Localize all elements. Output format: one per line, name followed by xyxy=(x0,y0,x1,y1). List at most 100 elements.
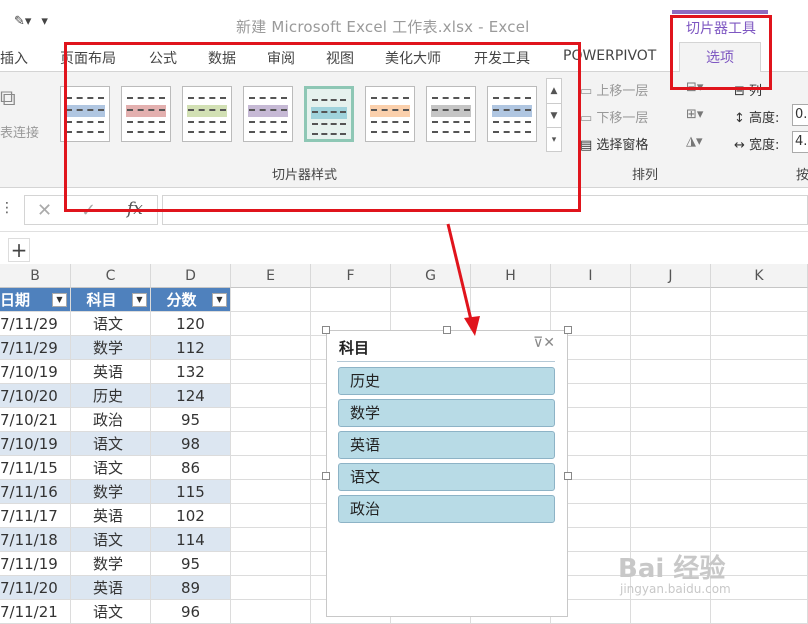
table-cell[interactable]: 语文 xyxy=(71,432,151,456)
table-cell[interactable]: 96 xyxy=(151,600,231,624)
bring-forward-button[interactable]: ▭ 上移一层 xyxy=(580,80,648,99)
empty-cell[interactable] xyxy=(231,600,311,624)
empty-cell[interactable] xyxy=(231,384,311,408)
customize-qat-icon[interactable]: ▾ xyxy=(41,14,48,29)
report-connections-label[interactable]: 表连接 xyxy=(0,122,39,141)
table-cell[interactable]: 132 xyxy=(151,360,231,384)
empty-cell[interactable] xyxy=(711,528,808,552)
table-cell[interactable]: 语文 xyxy=(71,312,151,336)
filter-dropdown-icon[interactable]: ▼ xyxy=(212,293,227,307)
empty-cell[interactable] xyxy=(311,288,391,312)
slicer-panel[interactable]: 科目 ⊽✕ 历史 数学 英语 语文 政治 xyxy=(326,330,568,617)
empty-cell[interactable] xyxy=(711,312,808,336)
empty-cell[interactable] xyxy=(631,504,711,528)
table-cell[interactable]: 语文 xyxy=(71,600,151,624)
table-cell[interactable]: 英语 xyxy=(71,360,151,384)
column-header[interactable]: E xyxy=(231,264,311,288)
table-cell[interactable]: 7/10/21 xyxy=(0,408,71,432)
table-header-cell[interactable]: 日期 ▼ xyxy=(0,288,71,312)
column-header[interactable]: F xyxy=(311,264,391,288)
empty-cell[interactable] xyxy=(631,480,711,504)
empty-cell[interactable] xyxy=(551,288,631,312)
slicer-item[interactable]: 语文 xyxy=(338,463,555,491)
empty-cell[interactable] xyxy=(711,504,808,528)
empty-cell[interactable] xyxy=(711,336,808,360)
empty-cell[interactable] xyxy=(231,552,311,576)
edit-icon[interactable]: ✎▾ xyxy=(14,14,31,29)
resize-handle[interactable] xyxy=(564,326,572,334)
table-cell[interactable]: 7/11/15 xyxy=(0,456,71,480)
tab-insert[interactable]: 插入 xyxy=(0,48,28,68)
slicer-item[interactable]: 历史 xyxy=(338,367,555,395)
column-header[interactable]: I xyxy=(551,264,631,288)
slicer-item[interactable]: 数学 xyxy=(338,399,555,427)
table-cell[interactable]: 114 xyxy=(151,528,231,552)
empty-cell[interactable] xyxy=(711,456,808,480)
table-cell[interactable]: 政治 xyxy=(71,408,151,432)
rotate-icon[interactable]: ◮▾ xyxy=(686,134,703,149)
slicer-item[interactable]: 英语 xyxy=(338,431,555,459)
empty-cell[interactable] xyxy=(631,312,711,336)
table-cell[interactable]: 数学 xyxy=(71,480,151,504)
empty-cell[interactable] xyxy=(631,408,711,432)
table-header-cell[interactable]: 分数 ▼ xyxy=(151,288,231,312)
report-connections-icon[interactable]: ⧉ xyxy=(0,86,16,111)
table-cell[interactable]: 7/10/20 xyxy=(0,384,71,408)
table-cell[interactable]: 数学 xyxy=(71,336,151,360)
table-cell[interactable]: 语文 xyxy=(71,528,151,552)
column-header[interactable]: J xyxy=(631,264,711,288)
empty-cell[interactable] xyxy=(231,336,311,360)
column-header[interactable]: C xyxy=(71,264,151,288)
name-box-handle[interactable]: ⋮ xyxy=(0,200,14,216)
table-cell[interactable]: 7/11/18 xyxy=(0,528,71,552)
empty-cell[interactable] xyxy=(631,432,711,456)
resize-handle[interactable] xyxy=(564,472,572,480)
table-cell[interactable]: 英语 xyxy=(71,576,151,600)
empty-cell[interactable] xyxy=(711,480,808,504)
empty-cell[interactable] xyxy=(231,432,311,456)
empty-cell[interactable] xyxy=(711,552,808,576)
empty-cell[interactable] xyxy=(231,576,311,600)
empty-cell[interactable] xyxy=(631,384,711,408)
table-cell[interactable]: 95 xyxy=(151,552,231,576)
empty-cell[interactable] xyxy=(631,360,711,384)
table-cell[interactable]: 120 xyxy=(151,312,231,336)
empty-cell[interactable] xyxy=(711,384,808,408)
group-icon[interactable]: ⊞▾ xyxy=(686,107,703,122)
table-cell[interactable]: 历史 xyxy=(71,384,151,408)
resize-handle[interactable] xyxy=(322,326,330,334)
table-cell[interactable]: 98 xyxy=(151,432,231,456)
empty-cell[interactable] xyxy=(631,336,711,360)
table-cell[interactable]: 102 xyxy=(151,504,231,528)
empty-cell[interactable] xyxy=(231,312,311,336)
table-cell[interactable]: 7/11/17 xyxy=(0,504,71,528)
table-cell[interactable]: 7/10/19 xyxy=(0,432,71,456)
column-header[interactable]: D xyxy=(151,264,231,288)
table-cell[interactable]: 112 xyxy=(151,336,231,360)
table-cell[interactable]: 数学 xyxy=(71,552,151,576)
selection-pane-button[interactable]: ▤ 选择窗格 xyxy=(580,134,648,153)
empty-cell[interactable] xyxy=(231,456,311,480)
table-cell[interactable]: 7/11/19 xyxy=(0,552,71,576)
send-backward-button[interactable]: ▭ 下移一层 xyxy=(580,107,648,126)
clear-filter-icon[interactable]: ⊽✕ xyxy=(533,335,555,351)
table-cell[interactable]: 7/10/19 xyxy=(0,360,71,384)
table-cell[interactable]: 7/11/21 xyxy=(0,600,71,624)
empty-cell[interactable] xyxy=(711,432,808,456)
empty-cell[interactable] xyxy=(631,600,711,624)
empty-cell[interactable] xyxy=(631,288,711,312)
table-cell[interactable]: 7/11/29 xyxy=(0,336,71,360)
filter-dropdown-icon[interactable]: ▼ xyxy=(52,293,67,307)
empty-cell[interactable] xyxy=(631,456,711,480)
empty-cell[interactable] xyxy=(231,504,311,528)
slicer-item[interactable]: 政治 xyxy=(338,495,555,523)
table-header-cell[interactable]: 科目 ▼ xyxy=(71,288,151,312)
empty-cell[interactable] xyxy=(711,408,808,432)
table-cell[interactable]: 86 xyxy=(151,456,231,480)
empty-cell[interactable] xyxy=(711,360,808,384)
table-cell[interactable]: 115 xyxy=(151,480,231,504)
empty-cell[interactable] xyxy=(231,360,311,384)
add-sheet-button[interactable]: + xyxy=(8,238,30,262)
empty-cell[interactable] xyxy=(231,480,311,504)
table-cell[interactable]: 英语 xyxy=(71,504,151,528)
